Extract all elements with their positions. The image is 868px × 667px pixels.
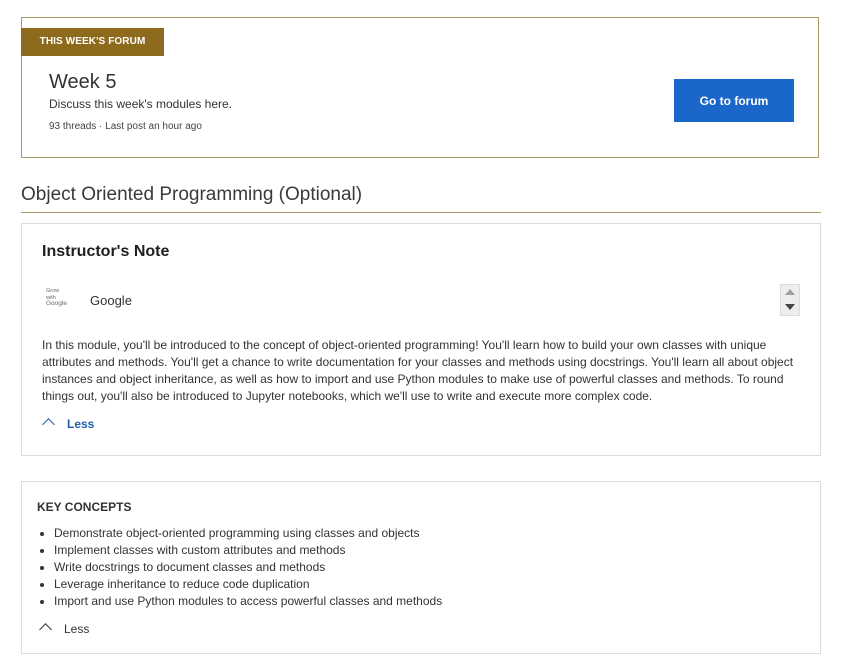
- go-to-forum-button[interactable]: Go to forum: [674, 79, 794, 122]
- less-label: Less: [64, 622, 90, 636]
- list-item: Import and use Python modules to access …: [54, 593, 442, 610]
- chevron-up-icon: [42, 418, 55, 431]
- logo-line: Google: [46, 300, 67, 307]
- forum-description: Discuss this week's modules here.: [49, 97, 233, 111]
- key-concepts-list: Demonstrate object-oriented programming …: [37, 525, 442, 610]
- scroll-up-arrow-icon[interactable]: [785, 289, 795, 295]
- list-item: Demonstrate object-oriented programming …: [54, 525, 442, 542]
- forum-card: THIS WEEK'S FORUM Week 5 Discuss this we…: [21, 17, 819, 158]
- less-label: Less: [67, 417, 95, 431]
- forum-title: Week 5: [49, 71, 117, 93]
- instructor-note-card: Instructor's Note Grow with Google Googl…: [21, 223, 821, 456]
- key-concepts-less-toggle[interactable]: Less: [39, 622, 90, 636]
- instructor-note-less-toggle[interactable]: Less: [42, 417, 95, 431]
- course-page: THIS WEEK'S FORUM Week 5 Discuss this we…: [0, 0, 868, 667]
- scroll-down-arrow-icon[interactable]: [785, 304, 795, 310]
- list-item: Implement classes with custom attributes…: [54, 542, 442, 559]
- instructor-scroller[interactable]: [780, 284, 800, 316]
- forum-tag: THIS WEEK'S FORUM: [21, 28, 164, 56]
- chevron-up-icon: [39, 623, 52, 636]
- section-divider: [21, 212, 821, 213]
- forum-meta: 93 threads · Last post an hour ago: [49, 121, 202, 132]
- list-item: Leverage inheritance to reduce code dupl…: [54, 576, 442, 593]
- instructor-note-heading: Instructor's Note: [42, 243, 170, 260]
- list-item: Write docstrings to document classes and…: [54, 559, 442, 576]
- instructor-note-body: In this module, you'll be introduced to …: [42, 338, 794, 403]
- author-name: Google: [90, 293, 132, 308]
- key-concepts-card: KEY CONCEPTS Demonstrate object-oriented…: [21, 481, 821, 654]
- key-concepts-heading: KEY CONCEPTS: [37, 500, 132, 514]
- section-title: Object Oriented Programming (Optional): [21, 184, 363, 205]
- grow-with-google-logo: Grow with Google: [46, 288, 76, 308]
